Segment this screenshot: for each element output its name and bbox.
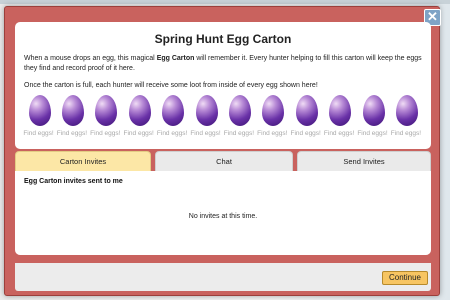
egg-slot[interactable]: Find eggs!: [157, 95, 190, 145]
egg-label: Find eggs!: [257, 130, 288, 137]
egg-label: Find eggs!: [223, 130, 255, 137]
egg-label: Find eggs!: [23, 130, 54, 137]
tabs-area: Carton Invites Chat Send Invites Egg Car…: [15, 149, 431, 255]
egg-icon: [195, 95, 218, 126]
egg-label: Find eggs!: [357, 130, 388, 137]
egg-label: Find eggs!: [90, 130, 121, 137]
egg-slot[interactable]: Find eggs!: [257, 95, 290, 145]
description-bold: Egg Carton: [156, 55, 195, 62]
egg-icon: [228, 95, 251, 126]
egg-icon: [329, 95, 352, 126]
description-text-1: When a mouse drops an egg, this magical: [24, 55, 157, 62]
carton-loot-description: Once the carton is full, each hunter wil…: [24, 82, 318, 89]
egg-slot[interactable]: Find eggs!: [23, 95, 56, 145]
tab-chat[interactable]: Chat: [155, 151, 293, 171]
tab-content: Egg Carton invites sent to me No invites…: [15, 171, 431, 255]
egg-row: Find eggs! Find eggs! Find eggs! Find eggs!…: [23, 95, 428, 145]
egg-slot[interactable]: Find eggs!: [390, 95, 423, 145]
egg-icon: [95, 95, 118, 126]
carton-info-panel: Spring Hunt Egg Carton When a mouse drop…: [15, 22, 431, 149]
egg-slot[interactable]: Find eggs!: [223, 95, 256, 145]
egg-slot[interactable]: Find eggs!: [56, 95, 89, 145]
invites-heading: Egg Carton invites sent to me: [24, 178, 123, 185]
egg-icon: [61, 95, 84, 126]
egg-slot[interactable]: Find eggs!: [90, 95, 123, 145]
background-strip: [0, 0, 450, 4]
tab-carton-invites[interactable]: Carton Invites: [15, 151, 151, 171]
egg-slot[interactable]: Find eggs!: [324, 95, 357, 145]
egg-icon: [28, 95, 51, 126]
carton-description: When a mouse drops an egg, this magical …: [15, 54, 431, 73]
egg-icon: [395, 95, 418, 126]
egg-slot[interactable]: Find eggs!: [123, 95, 156, 145]
egg-icon: [295, 95, 318, 126]
dialog-title: Spring Hunt Egg Carton: [154, 32, 292, 46]
dialog-footer: Continue: [15, 263, 431, 291]
egg-label: Find eggs!: [123, 130, 154, 137]
egg-label: Find eggs!: [156, 130, 188, 137]
tab-send-invites[interactable]: Send Invites: [297, 151, 431, 171]
egg-label: Find eggs!: [390, 130, 422, 137]
egg-carton-dialog: ✕ Spring Hunt Egg Carton When a mouse dr…: [4, 6, 441, 296]
egg-label: Find eggs!: [290, 130, 321, 137]
egg-slot[interactable]: Find eggs!: [290, 95, 323, 145]
egg-label: Find eggs!: [190, 130, 221, 137]
continue-button[interactable]: Continue: [382, 271, 428, 285]
egg-slot[interactable]: Find eggs!: [190, 95, 223, 145]
egg-label: Find eggs!: [56, 130, 88, 137]
close-icon: ✕: [427, 9, 438, 24]
egg-icon: [162, 95, 185, 126]
egg-slot[interactable]: Find eggs!: [357, 95, 390, 145]
egg-label: Find eggs!: [323, 130, 355, 137]
egg-icon: [262, 95, 285, 126]
egg-icon: [128, 95, 151, 126]
no-invites-message: No invites at this time.: [188, 213, 258, 220]
egg-icon: [362, 95, 385, 126]
